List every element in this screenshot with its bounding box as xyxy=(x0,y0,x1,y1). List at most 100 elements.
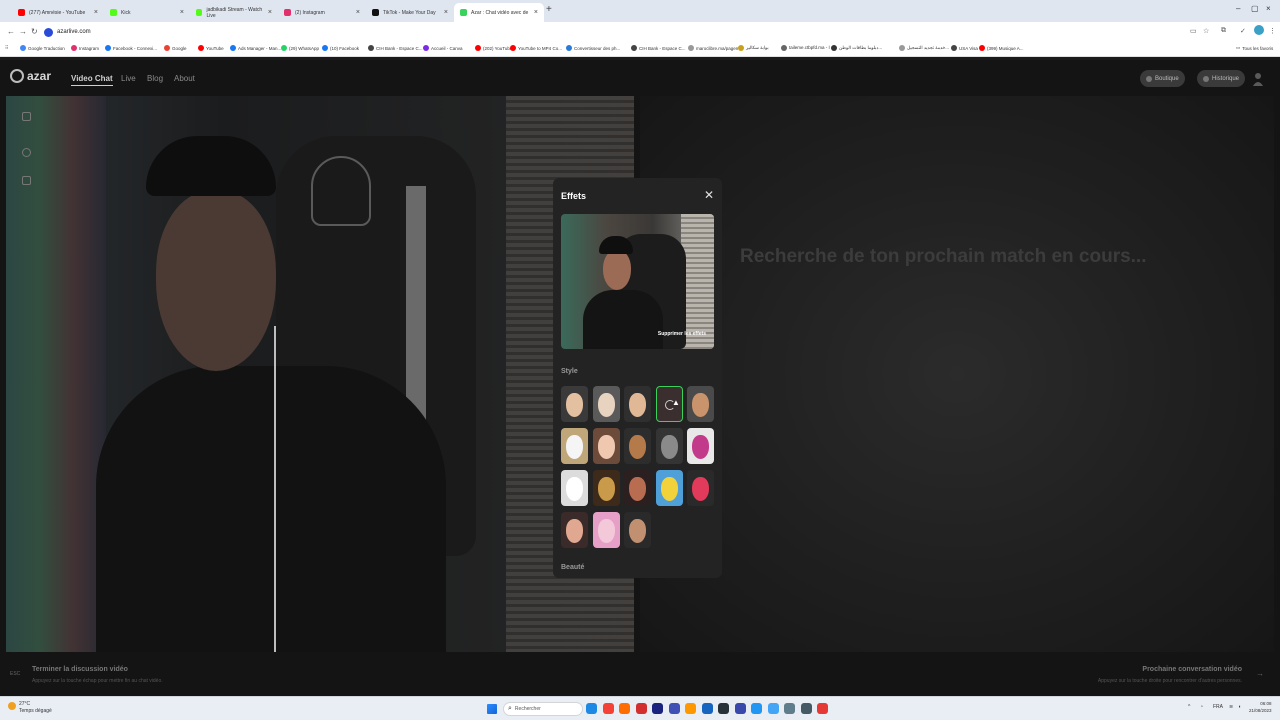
next-chat-hint[interactable]: Prochaine conversation vidéo Appuyez sur… xyxy=(980,663,1270,687)
style-option-13[interactable] xyxy=(624,470,651,506)
close-window-icon[interactable]: × xyxy=(1266,4,1271,13)
nav-live[interactable]: Live xyxy=(121,74,136,83)
azar-logo[interactable]: azar xyxy=(10,69,51,83)
minimize-icon[interactable]: – xyxy=(1236,4,1240,13)
style-option-11[interactable] xyxy=(561,470,588,506)
language-indicator[interactable]: FRA xyxy=(1213,704,1223,710)
style-option-17[interactable] xyxy=(592,512,620,548)
style-option-18[interactable] xyxy=(624,512,651,548)
filter-icon[interactable] xyxy=(22,176,31,185)
bookmark-item[interactable]: Accueil - Canva xyxy=(423,45,463,51)
remove-effects-button[interactable]: Supprimer les effets xyxy=(658,331,706,337)
tray-chevron-icon[interactable]: ^ xyxy=(1188,704,1190,710)
bookmark-item[interactable]: YouTube xyxy=(198,45,224,51)
tab-azar[interactable]: Azar : Chat vidéo avec de × xyxy=(454,3,544,22)
tab-kick-stream[interactable]: jadbikadi Stream - Watch Live × xyxy=(190,3,278,22)
style-option-15[interactable] xyxy=(687,470,714,506)
wifi-icon[interactable]: ≋ xyxy=(1229,704,1233,710)
apps-icon[interactable]: ⠿ xyxy=(5,45,8,51)
taskbar-app-icon[interactable] xyxy=(751,703,762,714)
clock[interactable]: 06:08 21/08/2023 xyxy=(1249,700,1272,714)
weather-widget[interactable]: 27°C Temps dégagé xyxy=(8,701,52,715)
taskbar-app-icon[interactable] xyxy=(668,703,680,714)
taskbar-app-icon[interactable] xyxy=(619,703,630,714)
cast-icon[interactable]: ▭ xyxy=(1190,27,1197,35)
close-tab-icon[interactable]: × xyxy=(268,9,272,16)
bookmark-item[interactable]: Google Traduction xyxy=(20,45,65,51)
start-button[interactable] xyxy=(487,704,497,714)
tab-tiktok[interactable]: TikTok - Make Your Day × xyxy=(366,3,454,22)
close-tab-icon[interactable]: × xyxy=(356,9,360,16)
back-icon[interactable]: ← xyxy=(7,27,15,36)
bookmark-item[interactable]: Google xyxy=(164,45,187,51)
new-tab-icon[interactable]: + xyxy=(546,4,552,15)
bookmark-item[interactable]: Instagram xyxy=(71,45,99,51)
network-icon[interactable]: ◔ xyxy=(1200,704,1203,710)
site-info-icon[interactable] xyxy=(44,27,53,37)
bookmark-item[interactable]: USA Visa xyxy=(951,45,978,51)
style-option-9[interactable] xyxy=(655,428,683,464)
forward-icon[interactable]: → xyxy=(19,27,27,36)
extensions-icon[interactable]: ⧉ xyxy=(1221,27,1226,35)
style-option-6[interactable] xyxy=(561,428,588,464)
style-option-3[interactable] xyxy=(624,386,651,422)
bookmark-item[interactable]: Ads Manager - Man... xyxy=(230,45,281,51)
style-option-7[interactable] xyxy=(592,428,620,464)
taskbar-app-icon[interactable] xyxy=(784,703,795,714)
bookmark-item[interactable]: دبلوما بطاقات الوطن... xyxy=(831,45,882,51)
close-icon[interactable]: ✕ xyxy=(704,188,714,202)
taskbar-app-icon[interactable] xyxy=(652,703,663,714)
style-option-16[interactable] xyxy=(561,512,588,548)
shop-button[interactable]: Boutique xyxy=(1140,70,1185,87)
nav-video-chat[interactable]: Video Chat xyxy=(71,74,113,86)
taskbar-app-icon[interactable] xyxy=(734,703,746,714)
url-field[interactable]: azarlive.com xyxy=(44,26,91,38)
bookmark-item[interactable]: (10) Facebook xyxy=(322,45,359,51)
taskbar-app-icon[interactable] xyxy=(602,703,614,714)
bookmark-item[interactable]: maroclibre.ma/pagem... xyxy=(688,45,743,51)
all-bookmarks[interactable]: ▭ Tous les favoris xyxy=(1236,45,1273,51)
maximize-icon[interactable]: ▢ xyxy=(1251,4,1259,13)
close-tab-icon[interactable]: × xyxy=(534,9,538,16)
nav-blog[interactable]: Blog xyxy=(147,74,163,83)
taskbar-app-icon[interactable] xyxy=(817,703,828,714)
bookmark-item[interactable]: (399) Musique A... xyxy=(979,45,1024,51)
bookmark-item[interactable]: (202) YouTube xyxy=(475,45,512,51)
bookmark-item[interactable]: YouTube to MP4 Co... xyxy=(510,45,562,51)
profile-avatar[interactable] xyxy=(1254,25,1264,35)
tab-kick[interactable]: Kick × xyxy=(104,3,190,22)
style-option-12[interactable] xyxy=(592,470,620,506)
camera-off-icon[interactable] xyxy=(22,112,31,121)
bookmark-item[interactable]: taileme.ctbpfd.ma - ا xyxy=(781,45,830,51)
user-icon[interactable] xyxy=(1253,72,1263,86)
nav-about[interactable]: About xyxy=(174,74,195,83)
bookmark-star-icon[interactable]: ☆ xyxy=(1203,27,1209,35)
taskbar-search[interactable]: ⌕ Rechercher xyxy=(503,702,583,716)
bookmark-item[interactable]: خدمة تجديد التسجيل... xyxy=(899,45,949,51)
bookmark-item[interactable]: بوابة سكالير xyxy=(738,45,769,51)
taskbar-app-icon[interactable] xyxy=(586,703,597,714)
bookmark-item[interactable]: CIH Bank - Espace C... xyxy=(631,45,686,51)
reload-icon[interactable]: ↻ xyxy=(31,27,38,36)
taskbar-app-icon[interactable] xyxy=(701,703,713,714)
bookmark-item[interactable]: CIH Bank - Espace C... xyxy=(368,45,423,51)
bookmark-item[interactable]: (29) WhatsApp xyxy=(281,45,319,51)
close-tab-icon[interactable]: × xyxy=(94,9,98,16)
menu-icon[interactable]: ⋮ xyxy=(1269,27,1276,35)
sparkle-icon[interactable] xyxy=(22,148,31,157)
style-option-8[interactable] xyxy=(624,428,651,464)
extension-icon[interactable]: ✓ xyxy=(1240,27,1246,35)
close-tab-icon[interactable]: × xyxy=(444,9,448,16)
style-option-2[interactable] xyxy=(592,386,620,422)
taskbar-app-icon[interactable] xyxy=(635,703,647,714)
style-option-14[interactable] xyxy=(655,470,683,506)
taskbar-app-icon[interactable] xyxy=(767,703,779,714)
bookmark-item[interactable]: Facebook - Connexi... xyxy=(105,45,157,51)
close-tab-icon[interactable]: × xyxy=(180,9,184,16)
tab-instagram[interactable]: (2) Instagram × xyxy=(278,3,366,22)
tab-youtube[interactable]: (277) Amnésie - YouTube × xyxy=(12,3,104,22)
bookmark-item[interactable]: Convertisseur des ph... xyxy=(566,45,620,51)
style-option-5[interactable] xyxy=(687,386,714,422)
style-option-1[interactable] xyxy=(561,386,588,422)
taskbar-app-icon[interactable] xyxy=(800,703,812,714)
